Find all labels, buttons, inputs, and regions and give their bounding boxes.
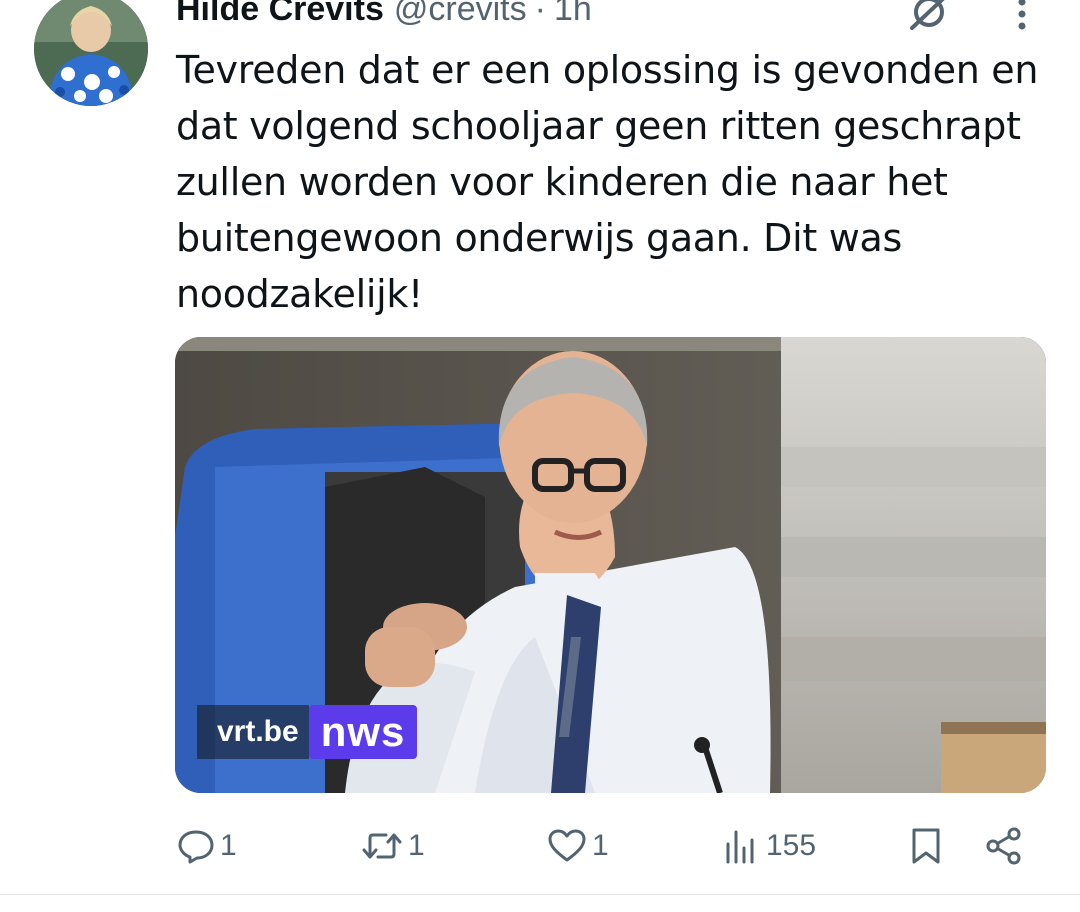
tweet-header: Hilde Crevits @crevits · 1h: [176, 0, 592, 32]
tweet-actions: 1 1 1 155: [176, 820, 1046, 872]
repost-arrows-icon: [360, 826, 404, 866]
bookmark-icon: [908, 826, 944, 866]
author-handle[interactable]: @crevits: [394, 0, 527, 29]
watermark-nws: nws: [308, 705, 418, 759]
author-name[interactable]: Hilde Crevits: [176, 0, 384, 29]
repost-count: 1: [408, 829, 425, 862]
like-button[interactable]: 1: [546, 820, 609, 872]
tweet-time[interactable]: 1h: [554, 0, 592, 29]
more-dots-icon[interactable]: [1012, 0, 1032, 34]
vrt-nws-watermark: vrt.be nws: [197, 705, 418, 759]
watermark-vrt: vrt.be: [197, 705, 309, 759]
reply-button[interactable]: 1: [176, 820, 237, 872]
tweet-text: Tevreden dat er een oplossing is gevonde…: [176, 48, 1039, 316]
grok-icon[interactable]: [906, 0, 952, 32]
bar-chart-icon: [722, 826, 762, 866]
share-button[interactable]: [984, 820, 1024, 872]
reply-count: 1: [220, 829, 237, 862]
share-icon: [984, 826, 1024, 866]
views-button[interactable]: 155: [722, 820, 816, 872]
tweet[interactable]: Hilde Crevits @crevits · 1h Tevreden dat…: [0, 0, 1080, 912]
separator-dot: ·: [534, 0, 546, 28]
avatar-photo: [34, 0, 148, 106]
tweet-media-image[interactable]: vrt.be nws: [175, 337, 1046, 793]
views-count: 155: [766, 829, 817, 862]
avatar[interactable]: [34, 0, 148, 106]
bookmark-button[interactable]: [908, 820, 944, 872]
heart-icon: [546, 826, 588, 866]
like-count: 1: [592, 829, 609, 862]
tweet-divider: [0, 894, 1080, 895]
speech-bubble-icon: [176, 826, 216, 866]
repost-button[interactable]: 1: [360, 820, 425, 872]
